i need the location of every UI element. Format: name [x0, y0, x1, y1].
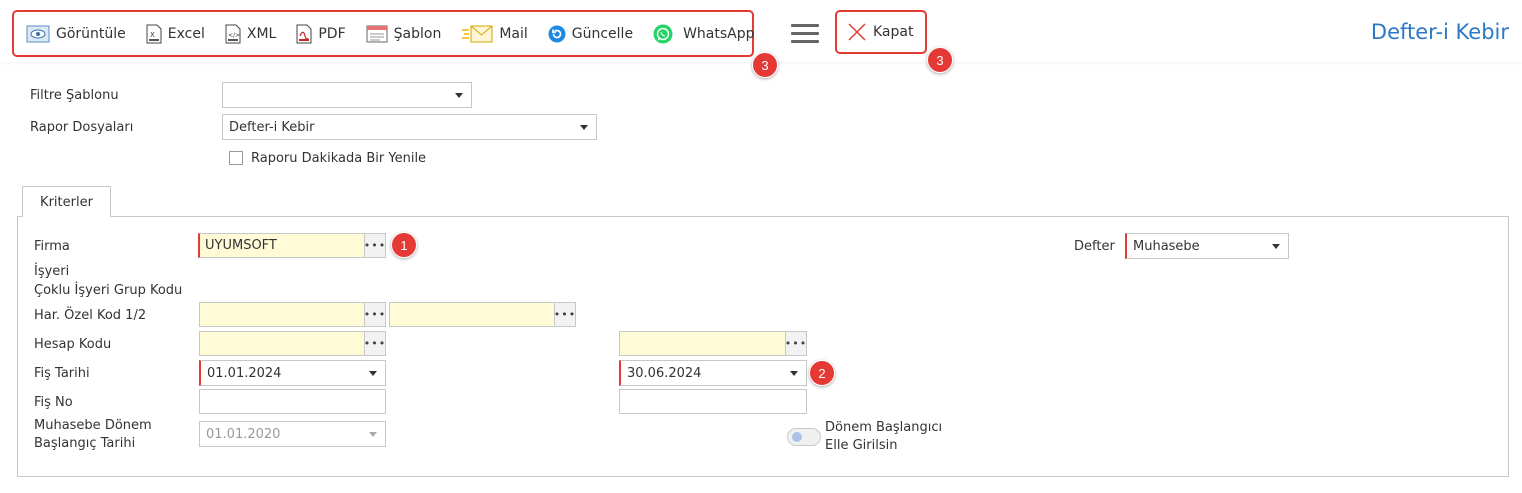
donem-start-select: 01.01.2020: [199, 421, 386, 447]
fis-tarihi-start-select[interactable]: 01.01.2024: [199, 360, 386, 386]
toolbar-step-badge: 3: [752, 52, 778, 78]
donem-start-value: 01.01.2020: [206, 426, 281, 442]
view-label: Görüntüle: [56, 25, 126, 42]
svg-text:</>: </>: [228, 32, 240, 39]
report-files-label: Rapor Dosyaları: [30, 120, 134, 135]
har-ozel-kod-label: Har. Özel Kod 1/2: [34, 308, 147, 323]
pdf-button[interactable]: PDF: [296, 19, 346, 49]
har-ozel-kod-2-input[interactable]: [389, 302, 555, 327]
auto-refresh-label: Raporu Dakikada Bir Yenile: [251, 151, 427, 166]
xml-button[interactable]: </> XML: [225, 19, 276, 49]
chevron-down-icon: [369, 371, 377, 376]
hesap-kodu-end-input[interactable]: [619, 331, 786, 356]
fis-tarihi-start-value: 01.01.2024: [207, 365, 282, 381]
refresh-icon: [548, 25, 566, 43]
fis-no-end-input[interactable]: [619, 389, 807, 414]
tab-criteria[interactable]: Kriterler: [22, 186, 111, 217]
firma-lookup-button[interactable]: •••: [364, 233, 386, 258]
report-files-value: Defter-i Kebir: [229, 119, 315, 135]
pdf-label: PDF: [318, 25, 346, 42]
filter-template-label: Filtre Şablonu: [30, 88, 119, 103]
filter-template-select[interactable]: [222, 82, 472, 108]
manual-period-label-line-2: Elle Girilsin: [825, 438, 898, 453]
view-button[interactable]: Görüntüle: [26, 19, 126, 49]
defter-select[interactable]: Muhasebe: [1125, 233, 1289, 259]
whatsapp-button[interactable]: WhatsApp: [653, 19, 755, 49]
hesap-kodu-start-lookup-button[interactable]: •••: [364, 331, 386, 356]
refresh-button[interactable]: Güncelle: [548, 19, 633, 49]
xml-file-icon: </>: [225, 24, 241, 44]
menu-bar: [791, 32, 819, 35]
svg-text:X: X: [150, 31, 155, 39]
report-files-select[interactable]: Defter-i Kebir: [222, 114, 597, 140]
mail-icon: [461, 24, 493, 44]
menu-bar: [791, 40, 819, 43]
template-label: Şablon: [393, 25, 442, 42]
auto-refresh-checkbox[interactable]: [229, 151, 243, 165]
har-ozel-kod-1-input[interactable]: [199, 302, 365, 327]
firma-label: Firma: [34, 239, 70, 254]
donem-label-line-2: Başlangıç Tarihi: [34, 436, 136, 451]
close-label: Kapat: [873, 24, 914, 40]
close-icon: [847, 22, 867, 42]
chevron-down-icon: [1272, 244, 1280, 249]
defter-value: Muhasebe: [1133, 238, 1200, 254]
menu-icon[interactable]: [791, 24, 819, 44]
excel-button[interactable]: X Excel: [146, 19, 205, 49]
refresh-label: Güncelle: [571, 25, 634, 42]
fis-tarihi-label: Fiş Tarihi: [34, 366, 90, 381]
firma-input[interactable]: UYUMSOFT: [198, 233, 365, 258]
xml-label: XML: [246, 25, 277, 42]
multi-isyeri-label: Çoklu İşyeri Grup Kodu: [34, 283, 183, 298]
mail-label: Mail: [499, 25, 528, 42]
page-title: Defter-i Kebir: [1370, 20, 1509, 44]
hesap-kodu-label: Hesap Kodu: [34, 337, 112, 352]
mail-button[interactable]: Mail: [461, 19, 528, 49]
chevron-down-icon: [369, 432, 377, 437]
donem-label-line-1: Muhasebe Dönem: [34, 418, 152, 433]
manual-period-label-line-1: Dönem Başlangıcı: [825, 420, 943, 435]
date-step-badge: 2: [809, 360, 835, 386]
isyeri-label: İşyeri: [34, 264, 70, 279]
close-button[interactable]: Kapat: [835, 10, 927, 54]
whatsapp-icon: [653, 24, 673, 44]
chevron-down-icon: [790, 371, 798, 376]
fis-tarihi-end-value: 30.06.2024: [627, 365, 702, 381]
template-button[interactable]: Şablon: [366, 19, 442, 49]
har-ozel-kod-2-lookup-button[interactable]: •••: [554, 302, 576, 327]
hesap-kodu-start-input[interactable]: [199, 331, 365, 356]
fis-no-start-input[interactable]: [199, 389, 386, 414]
fis-tarihi-end-select[interactable]: 30.06.2024: [619, 360, 807, 386]
fis-no-label: Fiş No: [34, 395, 73, 410]
close-step-badge: 3: [927, 47, 953, 73]
eye-icon: [26, 25, 50, 43]
toolbar: Görüntüle X Excel </> XML PDF Şablon Mai…: [12, 10, 755, 57]
pdf-file-icon: [296, 24, 312, 44]
manual-period-toggle[interactable]: [787, 428, 821, 446]
menu-bar: [791, 24, 819, 27]
firma-step-badge: 1: [391, 232, 417, 258]
template-icon: [366, 25, 388, 43]
excel-label: Excel: [167, 25, 205, 42]
defter-label: Defter: [1074, 239, 1115, 254]
chevron-down-icon: [580, 125, 588, 130]
har-ozel-kod-1-lookup-button[interactable]: •••: [364, 302, 386, 327]
excel-file-icon: X: [146, 24, 162, 44]
whatsapp-label: WhatsApp: [683, 25, 755, 42]
toggle-knob: [792, 432, 802, 442]
chevron-down-icon: [455, 93, 463, 98]
hesap-kodu-end-lookup-button[interactable]: •••: [785, 331, 807, 356]
